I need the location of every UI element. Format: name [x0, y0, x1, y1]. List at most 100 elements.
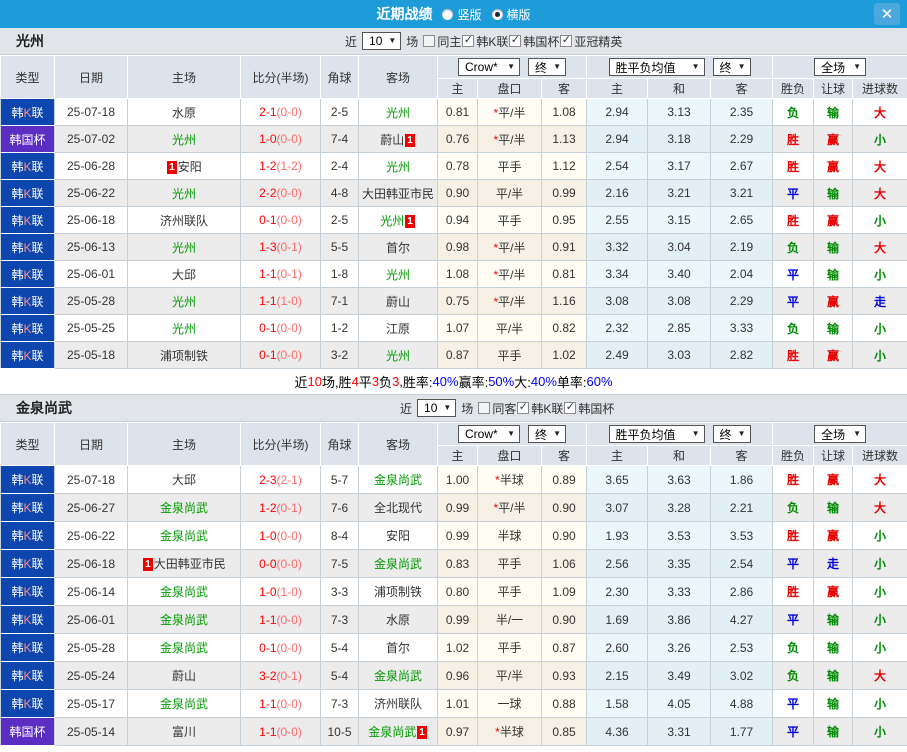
away-team-name: 光州 — [385, 105, 410, 120]
checkbox-checked-icon[interactable] — [462, 35, 475, 47]
away-team-cell: 蔚山 — [358, 287, 438, 315]
wdl-result: 平 — [787, 267, 800, 282]
col-header-score: 比分(半场) — [240, 55, 321, 99]
scope-select[interactable]: 全场 ▼ — [814, 425, 867, 443]
filter-checkbox[interactable]: 亚冠精英 — [560, 33, 622, 50]
handicap-cell: 半/一 — [477, 605, 542, 634]
avg-away-cell: 3.02 — [710, 661, 774, 690]
away-team-cell: 济州联队 — [358, 689, 438, 718]
wdl-average-select[interactable]: 胜平负均值 ▼ — [608, 425, 705, 443]
handicap-result-cell: 输 — [813, 661, 854, 690]
checkbox-checked-icon[interactable] — [509, 35, 522, 47]
away-odds-cell: 0.90 — [540, 521, 588, 550]
handicap-result: 输 — [827, 501, 840, 515]
filter-checkboxes: 同客韩K联韩国杯 — [478, 400, 614, 417]
layout-radio-horizontal[interactable]: 横版 — [491, 6, 531, 23]
goals-result: 大 — [874, 186, 887, 201]
handicap-cell: *平/半 — [477, 287, 542, 315]
filter-checkbox[interactable]: 同客 — [478, 400, 516, 417]
bookmaker-select[interactable]: Crow* ▼ — [458, 425, 520, 443]
home-team-name: 安阳 — [177, 159, 202, 174]
wdl-result: 胜 — [787, 213, 800, 228]
home-team-cell: 光州 — [127, 314, 241, 342]
filter-checkbox[interactable]: 韩K联 — [517, 400, 563, 417]
handicap-result: 输 — [827, 186, 840, 201]
wdl-average-select[interactable]: 胜平负均值 ▼ — [608, 58, 705, 76]
handicap-text: 平手 — [497, 159, 522, 174]
wdl-result: 平 — [787, 613, 800, 627]
away-team-name: 金泉尚武 — [373, 473, 422, 487]
home-team-cell: 济州联队 — [127, 206, 241, 234]
league-k-text: K — [23, 294, 32, 309]
avg-home-cell: 2.16 — [586, 179, 649, 207]
league-text: 韩 — [11, 585, 24, 599]
near-count-select[interactable]: 10 ▼ — [362, 32, 402, 50]
odds-group-header: Crow* ▼ 终 ▼ — [436, 422, 588, 446]
avg-draw-cell: 3.35 — [647, 549, 712, 578]
wdl-result: 负 — [787, 321, 800, 336]
checkbox-unchecked-icon[interactable] — [423, 35, 436, 47]
avg-draw-cell: 3.17 — [647, 152, 712, 180]
league-k-text: K — [23, 348, 32, 363]
final-avg-select[interactable]: 终 ▼ — [712, 425, 751, 443]
date-cell: 25-06-14 — [54, 577, 128, 606]
home-team-name: 金泉尚武 — [159, 585, 208, 599]
filter-checkbox[interactable]: 同主 — [423, 33, 461, 50]
radio-vertical-label: 竖版 — [457, 7, 482, 22]
home-team-cell: 1 大田韩亚市民 — [127, 549, 241, 578]
scope-group-header: 全场 ▼ — [772, 55, 907, 79]
home-team-name: 大田韩亚市民 — [153, 557, 226, 571]
goals-result-cell: 小 — [852, 125, 907, 153]
bookmaker-select[interactable]: Crow* ▼ — [458, 58, 520, 76]
avg-away-cell: 2.35 — [710, 98, 774, 126]
date-cell: 25-06-01 — [54, 260, 128, 288]
near-count-value: 10 — [369, 34, 383, 48]
filter-checkbox[interactable]: 韩国杯 — [509, 33, 559, 50]
chevron-down-icon: ▼ — [737, 429, 746, 438]
summary-segment: 大: — [514, 375, 531, 390]
handicap-text: 一球 — [497, 697, 522, 711]
away-team-cell: 蔚山 1 — [358, 125, 438, 153]
wdl-result: 胜 — [787, 348, 800, 363]
avg-away-cell: 2.82 — [710, 341, 774, 369]
final-odds-select[interactable]: 终 ▼ — [528, 58, 566, 76]
checkbox-checked-icon[interactable] — [517, 402, 530, 414]
score-cell: 3-2(0-1) — [240, 661, 321, 690]
wdl-result: 负 — [787, 240, 800, 255]
col-header-odds-away: 客 — [540, 78, 588, 99]
layout-radio-vertical[interactable]: 竖版 — [442, 6, 482, 23]
col-header-date: 日期 — [54, 422, 128, 466]
section-header-gwangju: 光州 近 10 ▼ 场 同主韩K联韩国杯亚冠精英 — [0, 28, 907, 55]
checkbox-checked-icon[interactable] — [564, 402, 577, 414]
fulltime-score: 0-1 — [259, 348, 277, 362]
avg-home-cell: 3.65 — [586, 465, 649, 494]
fulltime-score: 1-0 — [259, 528, 277, 543]
table-row: 韩K联 25-06-18 1 大田韩亚市民 0-0(0-0) 7-5 金泉尚武 0… — [0, 549, 907, 578]
fulltime-score: 1-1 — [259, 696, 277, 711]
avg-away-cell: 2.29 — [710, 287, 774, 315]
handicap-text: 平手 — [497, 348, 522, 363]
near-count-select[interactable]: 10 ▼ — [417, 399, 457, 417]
final-odds-select[interactable]: 终 ▼ — [528, 425, 566, 443]
final-avg-select[interactable]: 终 ▼ — [712, 58, 751, 76]
close-button[interactable]: ✕ — [874, 3, 900, 25]
away-team-name: 首尔 — [385, 240, 410, 255]
chevron-down-icon: ▼ — [553, 62, 561, 71]
col-header-goals: 进球数 — [852, 445, 907, 466]
checkbox-checked-icon[interactable] — [560, 35, 573, 47]
home-odds-cell: 1.00 — [437, 465, 478, 494]
home-team-cell: 光州 — [127, 287, 241, 315]
avg-draw-cell: 3.26 — [647, 633, 712, 662]
col-header-avg-away: 客 — [710, 78, 774, 99]
checkbox-unchecked-icon[interactable] — [478, 402, 491, 414]
filter-checkbox[interactable]: 韩国杯 — [564, 400, 614, 417]
filter-checkbox[interactable]: 韩K联 — [462, 33, 508, 50]
radio-checked-icon[interactable] — [491, 8, 503, 20]
radio-icon[interactable] — [442, 8, 454, 20]
red-badge: 1 — [405, 133, 415, 147]
scope-select[interactable]: 全场 ▼ — [814, 58, 867, 76]
away-team-name: 金泉尚武 — [373, 669, 422, 683]
handicap-result-cell: 赢 — [813, 125, 854, 153]
handicap-cell: *半球 — [477, 465, 542, 494]
scope-value: 全场 — [821, 427, 846, 442]
